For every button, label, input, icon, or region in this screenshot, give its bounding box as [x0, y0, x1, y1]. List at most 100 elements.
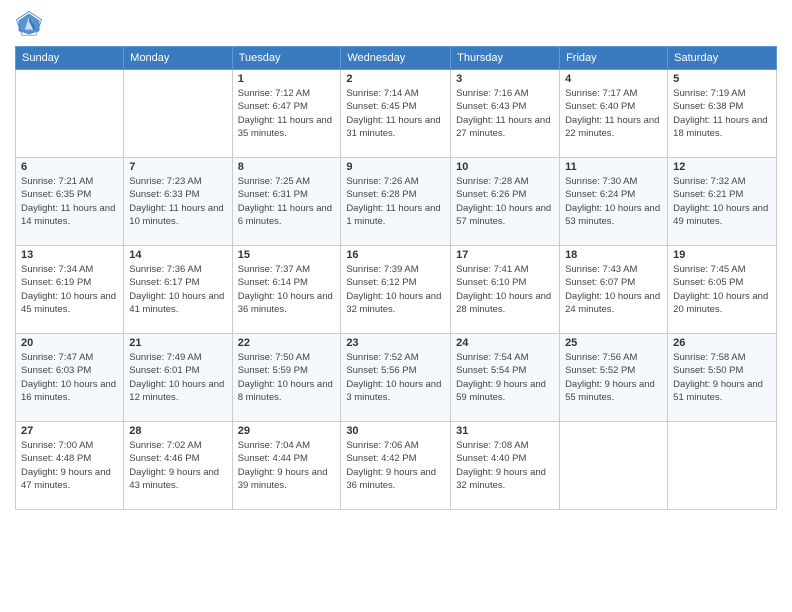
day-number: 28 — [129, 425, 226, 437]
day-cell: 30Sunrise: 7:06 AMSunset: 4:42 PMDayligh… — [341, 422, 451, 510]
day-number: 8 — [238, 161, 336, 173]
day-number: 3 — [456, 73, 554, 85]
week-row-2: 6 Sunrise: 7:21 AMSunset: 6:35 PMDaylight… — [16, 158, 777, 246]
day-cell: 15 Sunrise: 7:37 AMSunset: 6:14 PMDayligh… — [232, 246, 341, 334]
day-info: Sunrise: 7:52 AMSunset: 5:56 PMDaylight:… — [346, 351, 445, 404]
col-header-saturday: Saturday — [668, 47, 777, 70]
day-info: Sunrise: 7:41 AMSunset: 6:10 PMDaylight:… — [456, 263, 554, 316]
day-number: 15 — [238, 249, 336, 261]
week-row-1: 1Sunrise: 7:12 AMSunset: 6:47 PMDaylight… — [16, 70, 777, 158]
day-number: 18 — [565, 249, 662, 261]
day-cell: 29 Sunrise: 7:04 AMSunset: 4:44 PMDayligh… — [232, 422, 341, 510]
calendar-header-row: SundayMondayTuesdayWednesdayThursdayFrid… — [16, 47, 777, 70]
day-cell: 20Sunrise: 7:47 AMSunset: 6:03 PMDayligh… — [16, 334, 124, 422]
col-header-friday: Friday — [560, 47, 668, 70]
day-number: 31 — [456, 425, 554, 437]
day-cell: 2 Sunrise: 7:14 AMSunset: 6:45 PMDaylight… — [341, 70, 451, 158]
day-cell: 27 Sunrise: 7:00 AMSunset: 4:48 PMDayligh… — [16, 422, 124, 510]
day-number: 20 — [21, 337, 118, 349]
week-row-3: 13Sunrise: 7:34 AMSunset: 6:19 PMDayligh… — [16, 246, 777, 334]
calendar-table: SundayMondayTuesdayWednesdayThursdayFrid… — [15, 46, 777, 510]
day-number: 1 — [238, 73, 336, 85]
day-info: Sunrise: 7:16 AMSunset: 6:43 PMDaylight:… — [456, 87, 554, 140]
day-cell: 10Sunrise: 7:28 AMSunset: 6:26 PMDayligh… — [451, 158, 560, 246]
header — [15, 10, 777, 38]
day-info: Sunrise: 7:39 AMSunset: 6:12 PMDaylight:… — [346, 263, 445, 316]
day-cell — [124, 70, 232, 158]
day-number: 30 — [346, 425, 445, 437]
day-number: 6 — [21, 161, 118, 173]
day-cell: 23 Sunrise: 7:52 AMSunset: 5:56 PMDayligh… — [341, 334, 451, 422]
day-info: Sunrise: 7:21 AMSunset: 6:35 PMDaylight:… — [21, 175, 118, 228]
day-info: Sunrise: 7:32 AMSunset: 6:21 PMDaylight:… — [673, 175, 771, 228]
day-cell — [560, 422, 668, 510]
day-cell: 19 Sunrise: 7:45 AMSunset: 6:05 PMDayligh… — [668, 246, 777, 334]
day-info: Sunrise: 7:26 AMSunset: 6:28 PMDaylight:… — [346, 175, 445, 228]
day-info: Sunrise: 7:28 AMSunset: 6:26 PMDaylight:… — [456, 175, 554, 228]
day-cell: 22Sunrise: 7:50 AMSunset: 5:59 PMDayligh… — [232, 334, 341, 422]
col-header-sunday: Sunday — [16, 47, 124, 70]
day-number: 27 — [21, 425, 118, 437]
day-number: 5 — [673, 73, 771, 85]
day-info: Sunrise: 7:49 AMSunset: 6:01 PMDaylight:… — [129, 351, 226, 404]
day-info: Sunrise: 7:02 AMSunset: 4:46 PMDaylight:… — [129, 439, 226, 492]
day-number: 26 — [673, 337, 771, 349]
day-info: Sunrise: 7:36 AMSunset: 6:17 PMDaylight:… — [129, 263, 226, 316]
day-cell: 3 Sunrise: 7:16 AMSunset: 6:43 PMDaylight… — [451, 70, 560, 158]
day-info: Sunrise: 7:08 AMSunset: 4:40 PMDaylight:… — [456, 439, 554, 492]
week-row-4: 20Sunrise: 7:47 AMSunset: 6:03 PMDayligh… — [16, 334, 777, 422]
col-header-thursday: Thursday — [451, 47, 560, 70]
day-number: 21 — [129, 337, 226, 349]
day-info: Sunrise: 7:54 AMSunset: 5:54 PMDaylight:… — [456, 351, 554, 404]
day-cell: 13Sunrise: 7:34 AMSunset: 6:19 PMDayligh… — [16, 246, 124, 334]
day-info: Sunrise: 7:56 AMSunset: 5:52 PMDaylight:… — [565, 351, 662, 404]
day-number: 19 — [673, 249, 771, 261]
day-info: Sunrise: 7:19 AMSunset: 6:38 PMDaylight:… — [673, 87, 771, 140]
day-cell — [668, 422, 777, 510]
page: SundayMondayTuesdayWednesdayThursdayFrid… — [0, 0, 792, 612]
day-info: Sunrise: 7:25 AMSunset: 6:31 PMDaylight:… — [238, 175, 336, 228]
day-number: 7 — [129, 161, 226, 173]
day-info: Sunrise: 7:43 AMSunset: 6:07 PMDaylight:… — [565, 263, 662, 316]
day-info: Sunrise: 7:58 AMSunset: 5:50 PMDaylight:… — [673, 351, 771, 404]
day-number: 4 — [565, 73, 662, 85]
logo — [15, 10, 47, 38]
day-info: Sunrise: 7:17 AMSunset: 6:40 PMDaylight:… — [565, 87, 662, 140]
day-info: Sunrise: 7:23 AMSunset: 6:33 PMDaylight:… — [129, 175, 226, 228]
day-cell: 28 Sunrise: 7:02 AMSunset: 4:46 PMDayligh… — [124, 422, 232, 510]
day-number: 29 — [238, 425, 336, 437]
day-info: Sunrise: 7:30 AMSunset: 6:24 PMDaylight:… — [565, 175, 662, 228]
day-cell: 9 Sunrise: 7:26 AMSunset: 6:28 PMDaylight… — [341, 158, 451, 246]
day-cell: 31 Sunrise: 7:08 AMSunset: 4:40 PMDayligh… — [451, 422, 560, 510]
day-cell: 5 Sunrise: 7:19 AMSunset: 6:38 PMDaylight… — [668, 70, 777, 158]
day-number: 25 — [565, 337, 662, 349]
day-cell: 16 Sunrise: 7:39 AMSunset: 6:12 PMDayligh… — [341, 246, 451, 334]
day-cell: 1Sunrise: 7:12 AMSunset: 6:47 PMDaylight… — [232, 70, 341, 158]
day-number: 9 — [346, 161, 445, 173]
day-info: Sunrise: 7:14 AMSunset: 6:45 PMDaylight:… — [346, 87, 445, 140]
day-cell: 11Sunrise: 7:30 AMSunset: 6:24 PMDayligh… — [560, 158, 668, 246]
day-number: 16 — [346, 249, 445, 261]
col-header-tuesday: Tuesday — [232, 47, 341, 70]
day-number: 17 — [456, 249, 554, 261]
day-info: Sunrise: 7:50 AMSunset: 5:59 PMDaylight:… — [238, 351, 336, 404]
day-cell: 8 Sunrise: 7:25 AMSunset: 6:31 PMDaylight… — [232, 158, 341, 246]
col-header-wednesday: Wednesday — [341, 47, 451, 70]
logo-icon — [15, 10, 43, 38]
day-cell: 24Sunrise: 7:54 AMSunset: 5:54 PMDayligh… — [451, 334, 560, 422]
day-number: 13 — [21, 249, 118, 261]
week-row-5: 27 Sunrise: 7:00 AMSunset: 4:48 PMDayligh… — [16, 422, 777, 510]
day-cell: 6 Sunrise: 7:21 AMSunset: 6:35 PMDaylight… — [16, 158, 124, 246]
day-cell: 21 Sunrise: 7:49 AMSunset: 6:01 PMDayligh… — [124, 334, 232, 422]
day-cell: 4 Sunrise: 7:17 AMSunset: 6:40 PMDaylight… — [560, 70, 668, 158]
day-number: 23 — [346, 337, 445, 349]
day-info: Sunrise: 7:37 AMSunset: 6:14 PMDaylight:… — [238, 263, 336, 316]
day-info: Sunrise: 7:45 AMSunset: 6:05 PMDaylight:… — [673, 263, 771, 316]
day-cell: 25 Sunrise: 7:56 AMSunset: 5:52 PMDayligh… — [560, 334, 668, 422]
day-cell: 14Sunrise: 7:36 AMSunset: 6:17 PMDayligh… — [124, 246, 232, 334]
day-cell: 26 Sunrise: 7:58 AMSunset: 5:50 PMDayligh… — [668, 334, 777, 422]
day-info: Sunrise: 7:00 AMSunset: 4:48 PMDaylight:… — [21, 439, 118, 492]
col-header-monday: Monday — [124, 47, 232, 70]
day-number: 2 — [346, 73, 445, 85]
day-info: Sunrise: 7:04 AMSunset: 4:44 PMDaylight:… — [238, 439, 336, 492]
